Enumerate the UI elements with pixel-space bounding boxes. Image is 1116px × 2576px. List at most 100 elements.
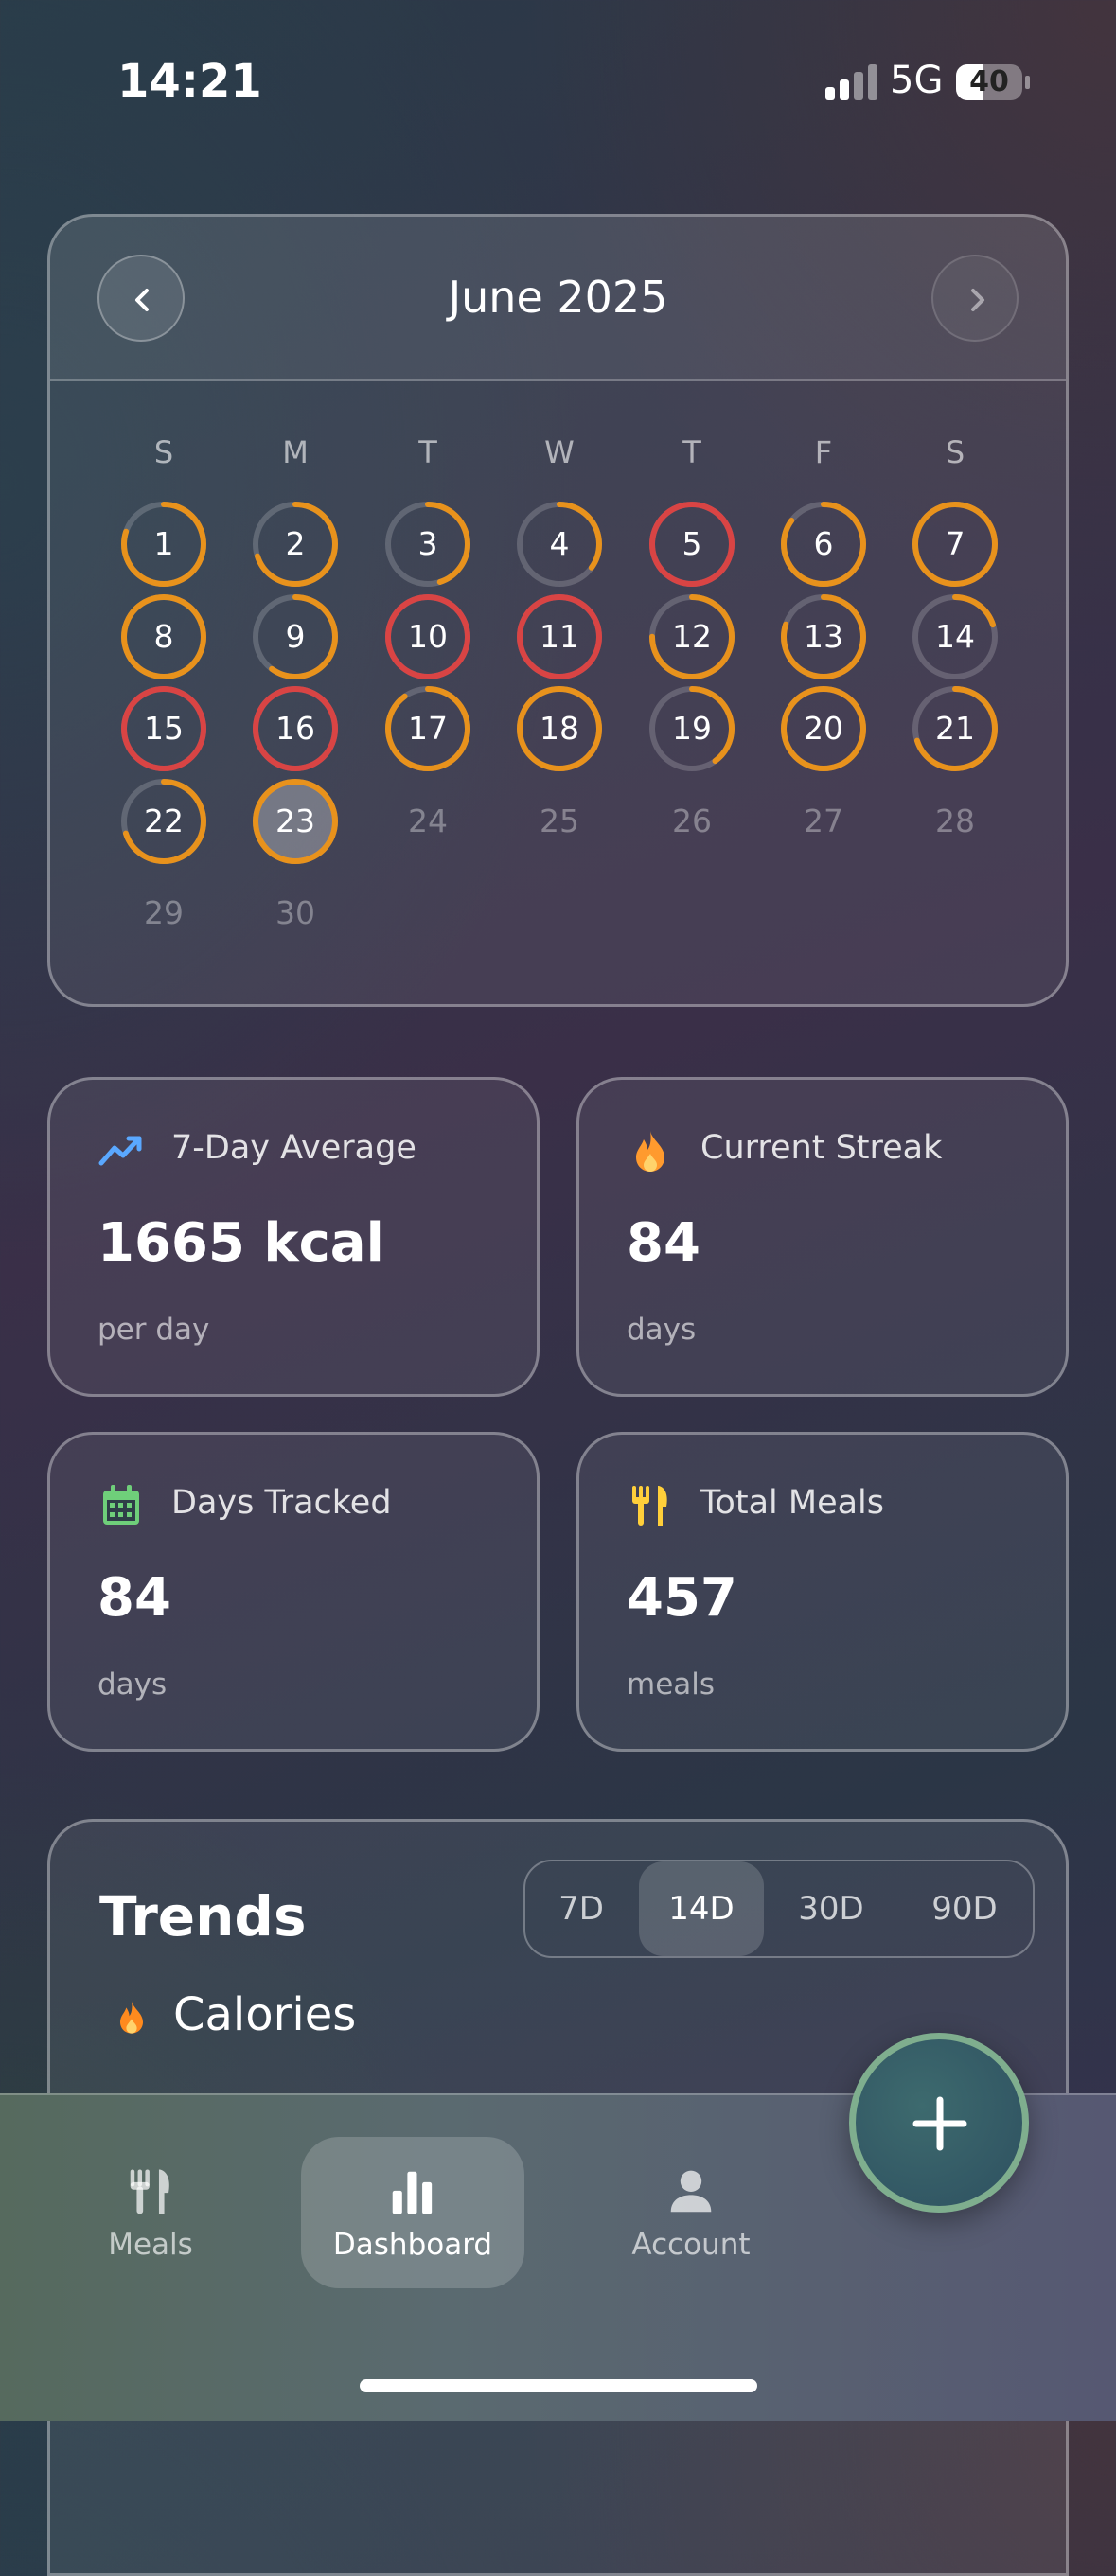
- calendar-day[interactable]: 21: [908, 681, 1002, 776]
- next-month-button[interactable]: [931, 255, 1019, 342]
- stat-card-days-tracked: Days Tracked 84 days: [47, 1432, 540, 1752]
- calendar-day[interactable]: 12: [645, 590, 739, 684]
- day-number: 8: [153, 617, 174, 655]
- calendar-day[interactable]: 10: [381, 590, 475, 684]
- day-number: 29: [144, 894, 184, 931]
- calendar-day[interactable]: 2: [248, 497, 343, 591]
- weekday-label: S: [153, 434, 174, 470]
- calendar-day[interactable]: 14: [908, 590, 1002, 684]
- trend-metric-label: Calories: [173, 1988, 357, 2041]
- utensils-icon: [632, 1486, 667, 1526]
- add-meal-button[interactable]: [849, 2033, 1029, 2213]
- calendar-day: 28: [908, 774, 1002, 869]
- day-number: 25: [540, 802, 579, 839]
- stat-value: 457: [627, 1567, 737, 1629]
- calendar-day: 29: [116, 866, 211, 961]
- day-number: 7: [945, 525, 965, 562]
- stat-title: Current Streak: [700, 1129, 943, 1167]
- weekday-label: M: [282, 434, 309, 470]
- calendar-day[interactable]: 16: [248, 681, 343, 776]
- calendar-day[interactable]: 6: [776, 497, 871, 591]
- calendar-day[interactable]: 4: [512, 497, 607, 591]
- day-number: 28: [935, 802, 975, 839]
- stat-unit: per day: [97, 1313, 210, 1347]
- calendar-day[interactable]: 5: [645, 497, 739, 591]
- calendar-day[interactable]: 11: [512, 590, 607, 684]
- stat-title: Days Tracked: [171, 1484, 392, 1522]
- range-selector: 7D 14D 30D 90D: [523, 1860, 1035, 1958]
- range-7d[interactable]: 7D: [525, 1861, 637, 1956]
- chevron-right-icon: [971, 289, 984, 311]
- weekday-label: S: [945, 434, 965, 470]
- battery-icon: 40: [956, 64, 1030, 100]
- day-number: 14: [935, 617, 975, 655]
- tab-meals[interactable]: Meals: [39, 2137, 262, 2288]
- calendar-header: June 2025: [50, 217, 1066, 381]
- calendar-day[interactable]: 20: [776, 681, 871, 776]
- home-indicator: [360, 2379, 757, 2392]
- day-number: 12: [672, 617, 712, 655]
- day-number: 26: [672, 802, 712, 839]
- stat-title: Total Meals: [700, 1484, 885, 1522]
- day-number: 15: [144, 710, 184, 747]
- tab-account[interactable]: Account: [579, 2137, 803, 2288]
- calendar-day[interactable]: 3: [381, 497, 475, 591]
- day-number: 16: [275, 710, 315, 747]
- utensils-icon: [130, 2169, 169, 2214]
- plus-icon: [912, 2096, 967, 2151]
- tab-dashboard[interactable]: Dashboard: [301, 2137, 524, 2288]
- weekday-label: F: [814, 434, 833, 470]
- day-number: 9: [285, 617, 306, 655]
- stat-card-7-day-average: 7-Day Average 1665 kcal per day: [47, 1077, 540, 1397]
- calendar-day[interactable]: 22: [116, 774, 211, 869]
- person-icon: [670, 2170, 712, 2213]
- stat-value: 84: [97, 1567, 171, 1629]
- calendar-day[interactable]: 9: [248, 590, 343, 684]
- calendar-day[interactable]: 13: [776, 590, 871, 684]
- day-number: 30: [275, 894, 315, 931]
- calendar-day[interactable]: 19: [645, 681, 739, 776]
- stat-title: 7-Day Average: [171, 1129, 416, 1167]
- network-label: 5G: [890, 59, 944, 102]
- day-number: 18: [540, 710, 579, 747]
- signal-icon: [825, 62, 878, 100]
- weekday-label: T: [418, 434, 437, 470]
- calendar-day[interactable]: 7: [908, 497, 1002, 591]
- day-number: 5: [682, 525, 702, 562]
- day-number: 2: [285, 525, 306, 562]
- weekday-label: W: [544, 434, 575, 470]
- day-number: 13: [804, 617, 843, 655]
- stat-card-current-streak: Current Streak 84 days: [576, 1077, 1069, 1397]
- calendar-day[interactable]: 23: [248, 774, 343, 869]
- day-number: 27: [804, 802, 843, 839]
- weekday-label: T: [682, 434, 701, 470]
- day-number: 23: [275, 802, 315, 839]
- day-number: 21: [935, 710, 975, 747]
- calendar-day: 26: [645, 774, 739, 869]
- calendar-day[interactable]: 8: [116, 590, 211, 684]
- day-number: 3: [417, 525, 438, 562]
- stat-value: 84: [627, 1212, 700, 1274]
- calendar-day: 30: [248, 866, 343, 961]
- status-time: 14:21: [117, 55, 262, 108]
- day-number: 10: [408, 617, 448, 655]
- day-number: 22: [144, 802, 184, 839]
- calendar-day[interactable]: 17: [381, 681, 475, 776]
- calendar-day[interactable]: 1: [116, 497, 211, 591]
- range-14d[interactable]: 14D: [639, 1861, 764, 1956]
- tab-label: Dashboard: [332, 2228, 493, 2262]
- calendar-day: 27: [776, 774, 871, 869]
- trending-up-icon: [98, 1136, 142, 1166]
- day-number: 17: [408, 710, 448, 747]
- calendar-day[interactable]: 15: [116, 681, 211, 776]
- day-number: 11: [540, 617, 579, 655]
- calendar-day[interactable]: 18: [512, 681, 607, 776]
- tab-label: Meals: [108, 2228, 193, 2262]
- day-number: 4: [549, 525, 570, 562]
- month-title: June 2025: [448, 272, 668, 323]
- range-90d[interactable]: 90D: [898, 1861, 1031, 1956]
- stat-unit: days: [627, 1313, 697, 1347]
- range-30d[interactable]: 30D: [766, 1861, 896, 1956]
- day-number: 20: [804, 710, 843, 747]
- stat-unit: meals: [627, 1667, 716, 1702]
